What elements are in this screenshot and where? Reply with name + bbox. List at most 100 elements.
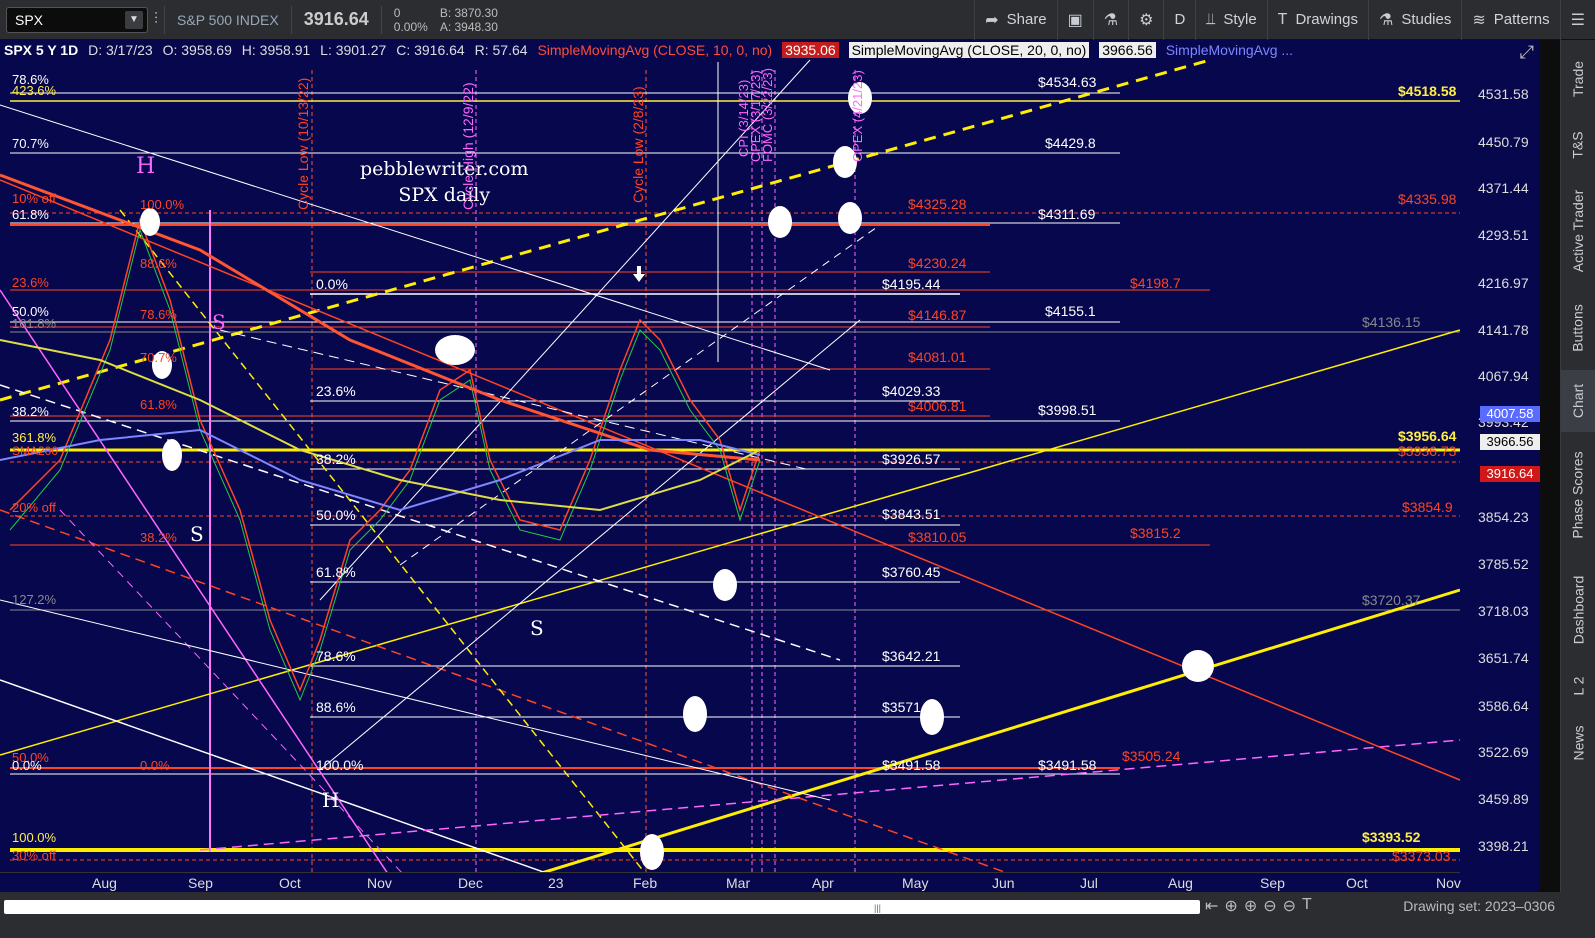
horizontal-scrollbar[interactable]: ||| <box>4 900 1200 914</box>
shoulder-marker-3: S <box>530 616 544 640</box>
flask-icon: ⚗ <box>1378 11 1394 29</box>
fib-label: 61.8% <box>140 397 177 412</box>
price-tick-label: 4450.79 <box>1478 134 1529 150</box>
price-tick-label: 3459.89 <box>1478 791 1529 807</box>
level-label: $3642.21 <box>882 648 941 664</box>
head-marker-2: H <box>322 788 340 812</box>
time-tick-label: Feb <box>633 875 658 891</box>
level-label: $4230.24 <box>908 255 967 271</box>
time-tick-label: Nov <box>1436 875 1461 891</box>
level-label: $4325.28 <box>908 196 967 212</box>
studies-button[interactable]: ⚗ Studies <box>1367 0 1461 40</box>
text-tool-icon[interactable]: T <box>1302 896 1312 916</box>
tab-buttons[interactable]: Buttons <box>1561 288 1595 368</box>
style-button[interactable]: ⫫ Style <box>1195 0 1266 40</box>
shoulder-marker-2: S <box>190 522 204 546</box>
period-button[interactable]: D <box>1163 0 1195 40</box>
price-chart[interactable]: SPX 5 Y 1D D: 3/17/23 O: 3958.69 H: 3958… <box>0 40 1540 892</box>
chart-watermark: pebblewriter.com SPX daily <box>360 156 529 208</box>
expand-icon[interactable]: ⤢ <box>1520 42 1534 63</box>
price-tick-label: 3586.64 <box>1478 698 1529 714</box>
patterns-button[interactable]: ≋ Patterns <box>1461 0 1559 40</box>
level-label: $4146.87 <box>908 307 967 323</box>
tab-dashboard[interactable]: Dashboard <box>1561 558 1595 662</box>
level-label: $3373.03 <box>1392 848 1451 864</box>
share-button[interactable]: ➦ Share <box>974 0 1056 40</box>
sma10-label[interactable]: SimpleMovingAvg (CLOSE, 10, 0, no) <box>537 42 772 58</box>
drawings-button[interactable]: T Drawings <box>1266 0 1368 40</box>
time-tick-label: Mar <box>726 875 751 891</box>
time-axis[interactable]: Aug Sep Oct Nov Dec 23 Feb Mar Apr May Jun Jul Aug Se… <box>0 872 1461 892</box>
fib-label: 100.0% <box>316 757 364 773</box>
price-tick-label: 3718.03 <box>1478 603 1529 619</box>
price-tick-label: 4067.94 <box>1478 368 1529 384</box>
tab-active-trader[interactable]: Active Trader <box>1561 176 1595 286</box>
settings-button[interactable]: ⚙ <box>1128 0 1163 40</box>
price-tick-label: 4293.51 <box>1478 227 1529 243</box>
level-label: $3998.51 <box>1038 402 1097 418</box>
fib-label: 0.0% <box>12 758 42 773</box>
sma20-label[interactable]: SimpleMovingAvg (CLOSE, 20, 0, no) <box>848 42 1090 58</box>
time-tick-label: Oct <box>279 875 301 891</box>
tab-time-and-sales[interactable]: T&S <box>1561 116 1595 174</box>
price-tick-label: 3651.74 <box>1478 650 1529 666</box>
tab-phase-scores[interactable]: Phase Scores <box>1561 434 1595 556</box>
level-label: $4518.58 <box>1398 83 1457 99</box>
fib-label: 38.2% <box>12 404 49 419</box>
scroll-thumb[interactable]: ||| <box>874 903 881 913</box>
level-label: $3491.58 <box>1038 757 1097 773</box>
fib-label: 0.0% <box>316 276 348 292</box>
level-label: $4155.1 <box>1045 303 1096 319</box>
chart-info-bar: SPX 5 Y 1D D: 3/17/23 O: 3958.69 H: 3958… <box>4 42 1299 58</box>
fib-label: 423.6% <box>12 83 57 98</box>
fib-label: SMA200 <box>12 444 59 458</box>
collapse-icon[interactable]: ⇤ <box>1205 896 1218 916</box>
fib-label: 61.8% <box>12 207 49 222</box>
fib-label: 61.8% <box>316 564 356 580</box>
right-sidebar: Trade T&S Active Trader Buttons Chart Ph… <box>1560 40 1595 892</box>
link-icon[interactable]: ⫶ <box>154 11 158 29</box>
price-axis[interactable]: ⤢ 4531.58 4450.79 4371.44 4293.51 4216.97 414… <box>1460 40 1540 872</box>
symbol-selector[interactable]: SPX ▼ <box>6 6 148 33</box>
flask-icon: ⚗ <box>1103 11 1119 29</box>
level-label: $3815.2 <box>1130 525 1181 541</box>
snapshot-button[interactable]: ▣ <box>1056 0 1093 40</box>
lab-button[interactable]: ⚗ <box>1092 0 1128 40</box>
tab-chart[interactable]: Chart <box>1561 370 1595 432</box>
time-tick-label: Aug <box>92 875 117 891</box>
chevron-down-icon[interactable]: ▼ <box>125 10 143 29</box>
time-tick-label: Apr <box>812 875 834 891</box>
zoom-reset-icon[interactable]: ⊖ <box>1283 896 1296 916</box>
menu-icon: ☰ <box>1570 11 1585 29</box>
change-block: 0 0.00% <box>388 6 434 34</box>
drawing-set-label[interactable]: Drawing set: 2023–0306 <box>1403 898 1555 914</box>
time-tick-label: May <box>902 875 929 891</box>
menu-button[interactable]: ☰ <box>1559 0 1595 40</box>
info-range: R: 57.64 <box>474 42 528 58</box>
time-tick-label: Oct <box>1346 875 1368 891</box>
bid-ask-block: B: 3870.30 A: 3948.30 <box>434 6 504 34</box>
shoulder-marker-1: S <box>212 310 226 334</box>
chart-drawings <box>0 58 1461 892</box>
level-label: $3720.37 <box>1362 592 1421 608</box>
tab-news[interactable]: News <box>1561 710 1595 776</box>
info-close: C: 3916.64 <box>396 42 465 58</box>
top-toolbar: SPX ▼ ⫶ S&P 500 INDEX 3916.64 0 0.00% B:… <box>0 0 1595 40</box>
bid-value: B: 3870.30 <box>439 5 498 20</box>
tab-level-2[interactable]: L 2 <box>1561 664 1595 708</box>
price-tick-label: 4531.58 <box>1478 86 1529 102</box>
level-label: $3760.45 <box>882 564 941 580</box>
fib-label: 361.8% <box>12 430 57 445</box>
change-value: 0 <box>393 5 401 20</box>
level-label: $4195.44 <box>882 276 941 292</box>
fib-label: 88.6% <box>316 699 356 715</box>
zoom-out-icon[interactable]: ⊖ <box>1263 896 1276 916</box>
crosshair-icon[interactable]: ⊕ <box>1224 896 1237 916</box>
share-icon: ➦ <box>985 11 999 29</box>
text-tool-icon: T <box>1277 10 1288 28</box>
zoom-in-icon[interactable]: ⊕ <box>1244 896 1257 916</box>
tab-trade[interactable]: Trade <box>1561 44 1595 114</box>
level-label: $3926.57 <box>882 451 941 467</box>
price-tick-label: 3785.52 <box>1478 556 1529 572</box>
sma3-label[interactable]: SimpleMovingAvg ... <box>1166 42 1293 58</box>
